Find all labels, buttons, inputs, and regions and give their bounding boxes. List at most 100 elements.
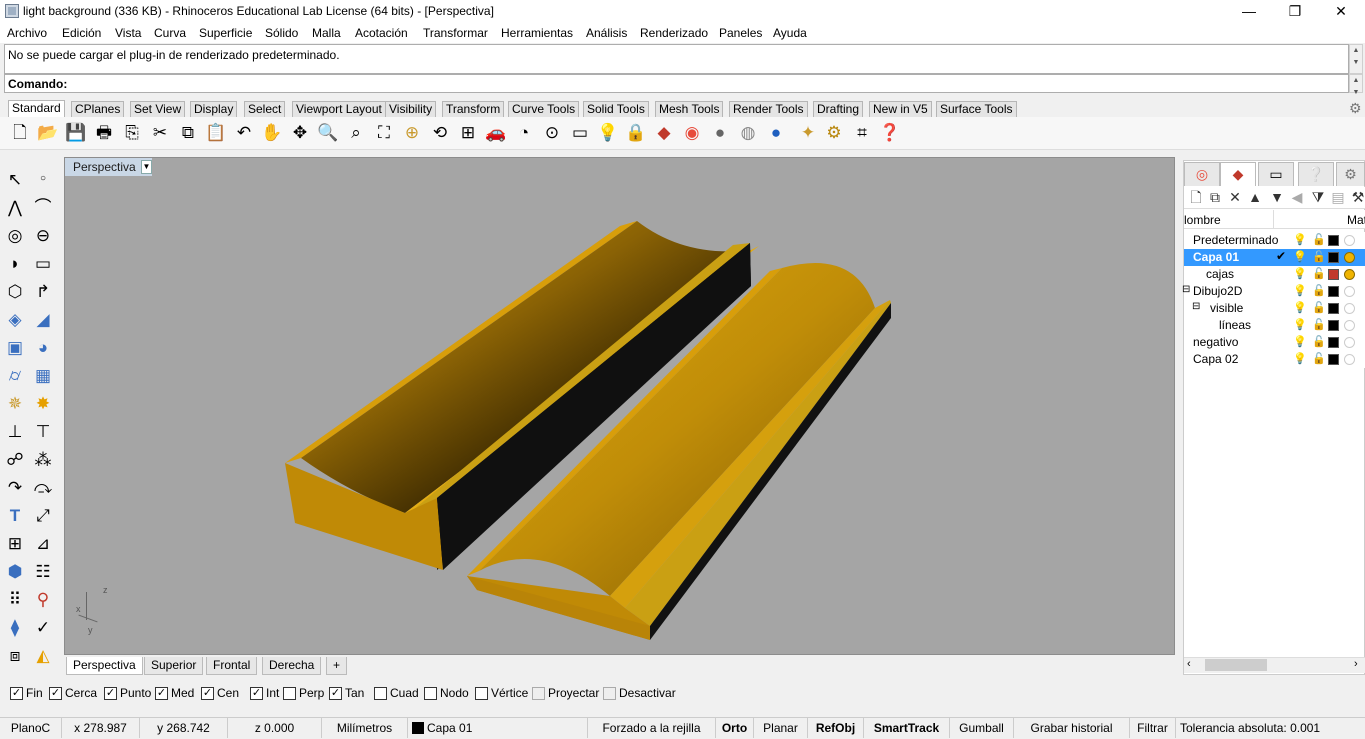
light-icon[interactable]: ✦: [797, 121, 819, 143]
select-arrow-icon[interactable]: ↖: [3, 167, 27, 191]
text-icon[interactable]: T: [3, 503, 27, 527]
car-icon[interactable]: 🚗: [485, 121, 507, 143]
tab-drafting[interactable]: Drafting: [813, 101, 864, 117]
lock-icon[interactable]: 🔓: [1312, 284, 1326, 297]
dimension-icon[interactable]: ⊿: [31, 531, 55, 555]
grips-icon[interactable]: ⌗: [851, 121, 873, 143]
zoom-icon[interactable]: 🔍: [317, 121, 339, 143]
menu-superficie[interactable]: Superficie: [199, 26, 252, 40]
lock-icon[interactable]: 🔓: [1312, 250, 1326, 263]
pan-icon[interactable]: ✋: [261, 121, 283, 143]
visibility-bulb-icon[interactable]: 💡: [1293, 301, 1307, 314]
lock-icon[interactable]: 🔓: [1312, 335, 1326, 348]
split-icon[interactable]: ⊤: [31, 419, 55, 443]
zoom-selected-icon[interactable]: ⊕: [401, 121, 423, 143]
lock-icon[interactable]: 🔒: [625, 121, 647, 143]
osnap-punto[interactable]: ✓ Punto: [104, 686, 151, 700]
status-filter[interactable]: Filtrar: [1130, 718, 1176, 738]
checkbox-icon[interactable]: ✓: [201, 686, 214, 700]
status-planar[interactable]: Planar: [754, 718, 808, 738]
ungroup-icon[interactable]: ⁂: [31, 447, 55, 471]
move-down-icon[interactable]: ▼: [1269, 189, 1285, 206]
menu-renderizado[interactable]: Renderizado: [640, 26, 708, 40]
fillet-curve-icon[interactable]: ↱: [31, 279, 55, 303]
menu-malla[interactable]: Malla: [312, 26, 341, 40]
transform-icon[interactable]: ✵: [3, 391, 27, 415]
viewport-dropdown-icon[interactable]: ▼: [141, 160, 152, 174]
visibility-bulb-icon[interactable]: 💡: [1293, 352, 1307, 365]
box-icon[interactable]: ▣: [3, 335, 27, 359]
status-cplane[interactable]: PlanoC: [0, 718, 62, 738]
close-button[interactable]: ✕: [1318, 0, 1364, 23]
lock-icon[interactable]: 🔓: [1312, 352, 1326, 365]
checkbox-icon[interactable]: ✓: [155, 686, 168, 700]
print-icon[interactable]: 🖶: [93, 121, 115, 143]
tab-display[interactable]: Display: [190, 101, 238, 117]
tab-viewport-layout[interactable]: Viewport Layout: [292, 101, 386, 117]
cut-icon[interactable]: ✂: [149, 121, 171, 143]
menu-acotacion[interactable]: Acotación: [355, 26, 408, 40]
polyline-icon[interactable]: ⋀: [3, 195, 27, 219]
osnap-cen[interactable]: ✓ Cen: [201, 686, 239, 700]
menu-analisis[interactable]: Análisis: [586, 26, 627, 40]
tab-visibility[interactable]: Visibility: [385, 101, 437, 117]
status-smarttrack[interactable]: SmartTrack: [864, 718, 950, 738]
scroll-right-icon[interactable]: ›: [1354, 658, 1358, 670]
visibility-bulb-icon[interactable]: 💡: [1293, 284, 1307, 297]
render-box-icon[interactable]: ⧈: [3, 643, 27, 667]
render-preview-icon[interactable]: ◔: [513, 121, 535, 143]
scroll-left-icon[interactable]: ‹: [1187, 658, 1191, 670]
tools-icon[interactable]: ⚒: [1350, 189, 1365, 206]
tab-select[interactable]: Select: [244, 101, 286, 117]
tab-render-tools[interactable]: Render Tools: [729, 101, 808, 117]
gear-icon[interactable]: ⚙: [1336, 162, 1365, 186]
menu-ayuda[interactable]: Ayuda: [773, 26, 807, 40]
checkbox-icon[interactable]: [283, 686, 296, 700]
vtab-perspectiva[interactable]: Perspectiva: [66, 657, 143, 675]
snap-icon[interactable]: ⊙: [541, 121, 563, 143]
menu-curva[interactable]: Curva: [154, 26, 186, 40]
layer-row[interactable]: ⊟ visible 💡 🔓: [1184, 300, 1365, 317]
curve-icon[interactable]: ⌒: [31, 195, 55, 219]
import-icon[interactable]: ⎘: [121, 121, 143, 143]
display-icon[interactable]: ▭: [1258, 162, 1294, 186]
material-icon[interactable]: [1344, 286, 1355, 297]
layer-row[interactable]: ⊟ Dibujo2D 💡 🔓: [1182, 283, 1365, 300]
layer-color-swatch[interactable]: [1328, 354, 1339, 365]
help-panel-icon[interactable]: ❔: [1298, 162, 1334, 186]
grid-array-icon[interactable]: ⠿: [3, 587, 27, 611]
vtab-frontal[interactable]: Frontal: [206, 657, 258, 675]
status-ortho[interactable]: Orto: [716, 718, 754, 738]
material-icon[interactable]: [1344, 269, 1355, 280]
group-icon[interactable]: ☍: [3, 447, 27, 471]
toolbar-gear-icon[interactable]: ⚙: [1349, 100, 1362, 117]
polygon-icon[interactable]: ⬡: [3, 279, 27, 303]
collapse-icon[interactable]: ⊟: [1182, 284, 1190, 295]
array-icon[interactable]: ⊞: [3, 531, 27, 555]
visibility-bulb-icon[interactable]: 💡: [1293, 250, 1307, 263]
bulb-icon[interactable]: 💡: [597, 121, 619, 143]
material-icon[interactable]: [1344, 354, 1355, 365]
visibility-bulb-icon[interactable]: 💡: [1293, 318, 1307, 331]
flow-icon[interactable]: ⧫: [3, 615, 27, 639]
new-icon[interactable]: 🗋: [9, 121, 31, 143]
layer-row[interactable]: cajas 💡 🔓: [1184, 266, 1365, 283]
explode-icon[interactable]: ✸: [31, 391, 55, 415]
viewport-title[interactable]: Perspectiva: [73, 160, 136, 174]
layer-color-swatch[interactable]: [1328, 235, 1339, 246]
tab-cplanes[interactable]: CPlanes: [71, 101, 125, 117]
cage-icon[interactable]: ⬢: [3, 559, 27, 583]
paint-icon[interactable]: ◭: [31, 643, 55, 667]
menu-archivo[interactable]: Archivo: [7, 26, 47, 40]
rotate3d-icon[interactable]: ⤼: [31, 475, 55, 499]
zoom-window-icon[interactable]: ⌕: [345, 121, 367, 143]
layer-color-swatch[interactable]: [1328, 337, 1339, 348]
layer-color-swatch[interactable]: [1328, 320, 1339, 331]
lock-icon[interactable]: 🔓: [1312, 318, 1326, 331]
checkbox-icon[interactable]: ✓: [329, 686, 342, 700]
history-scrollbar[interactable]: ▲ ▼: [1349, 44, 1363, 74]
visibility-bulb-icon[interactable]: 💡: [1293, 267, 1307, 280]
status-layer[interactable]: Capa 01: [408, 718, 588, 738]
settings-icon[interactable]: ⚙: [823, 121, 845, 143]
visibility-bulb-icon[interactable]: 💡: [1293, 233, 1307, 246]
